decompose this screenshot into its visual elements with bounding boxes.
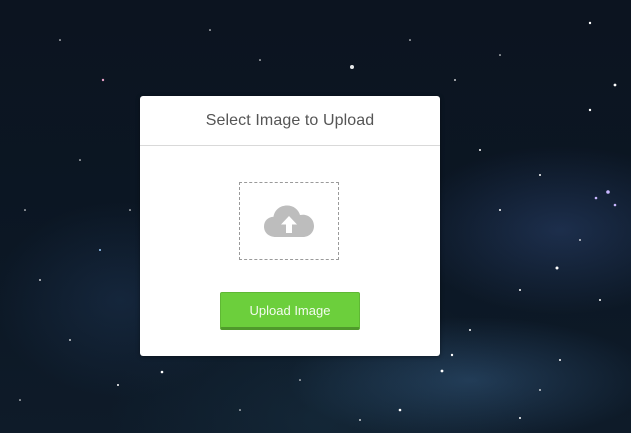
upload-image-button[interactable]: Upload Image	[220, 292, 360, 330]
dialog-header: Select Image to Upload	[140, 96, 440, 146]
image-drop-zone[interactable]	[239, 182, 339, 260]
upload-dialog: Select Image to Upload Upload Image	[140, 96, 440, 356]
cloud-upload-icon	[264, 205, 314, 237]
dialog-title: Select Image to Upload	[205, 111, 375, 129]
